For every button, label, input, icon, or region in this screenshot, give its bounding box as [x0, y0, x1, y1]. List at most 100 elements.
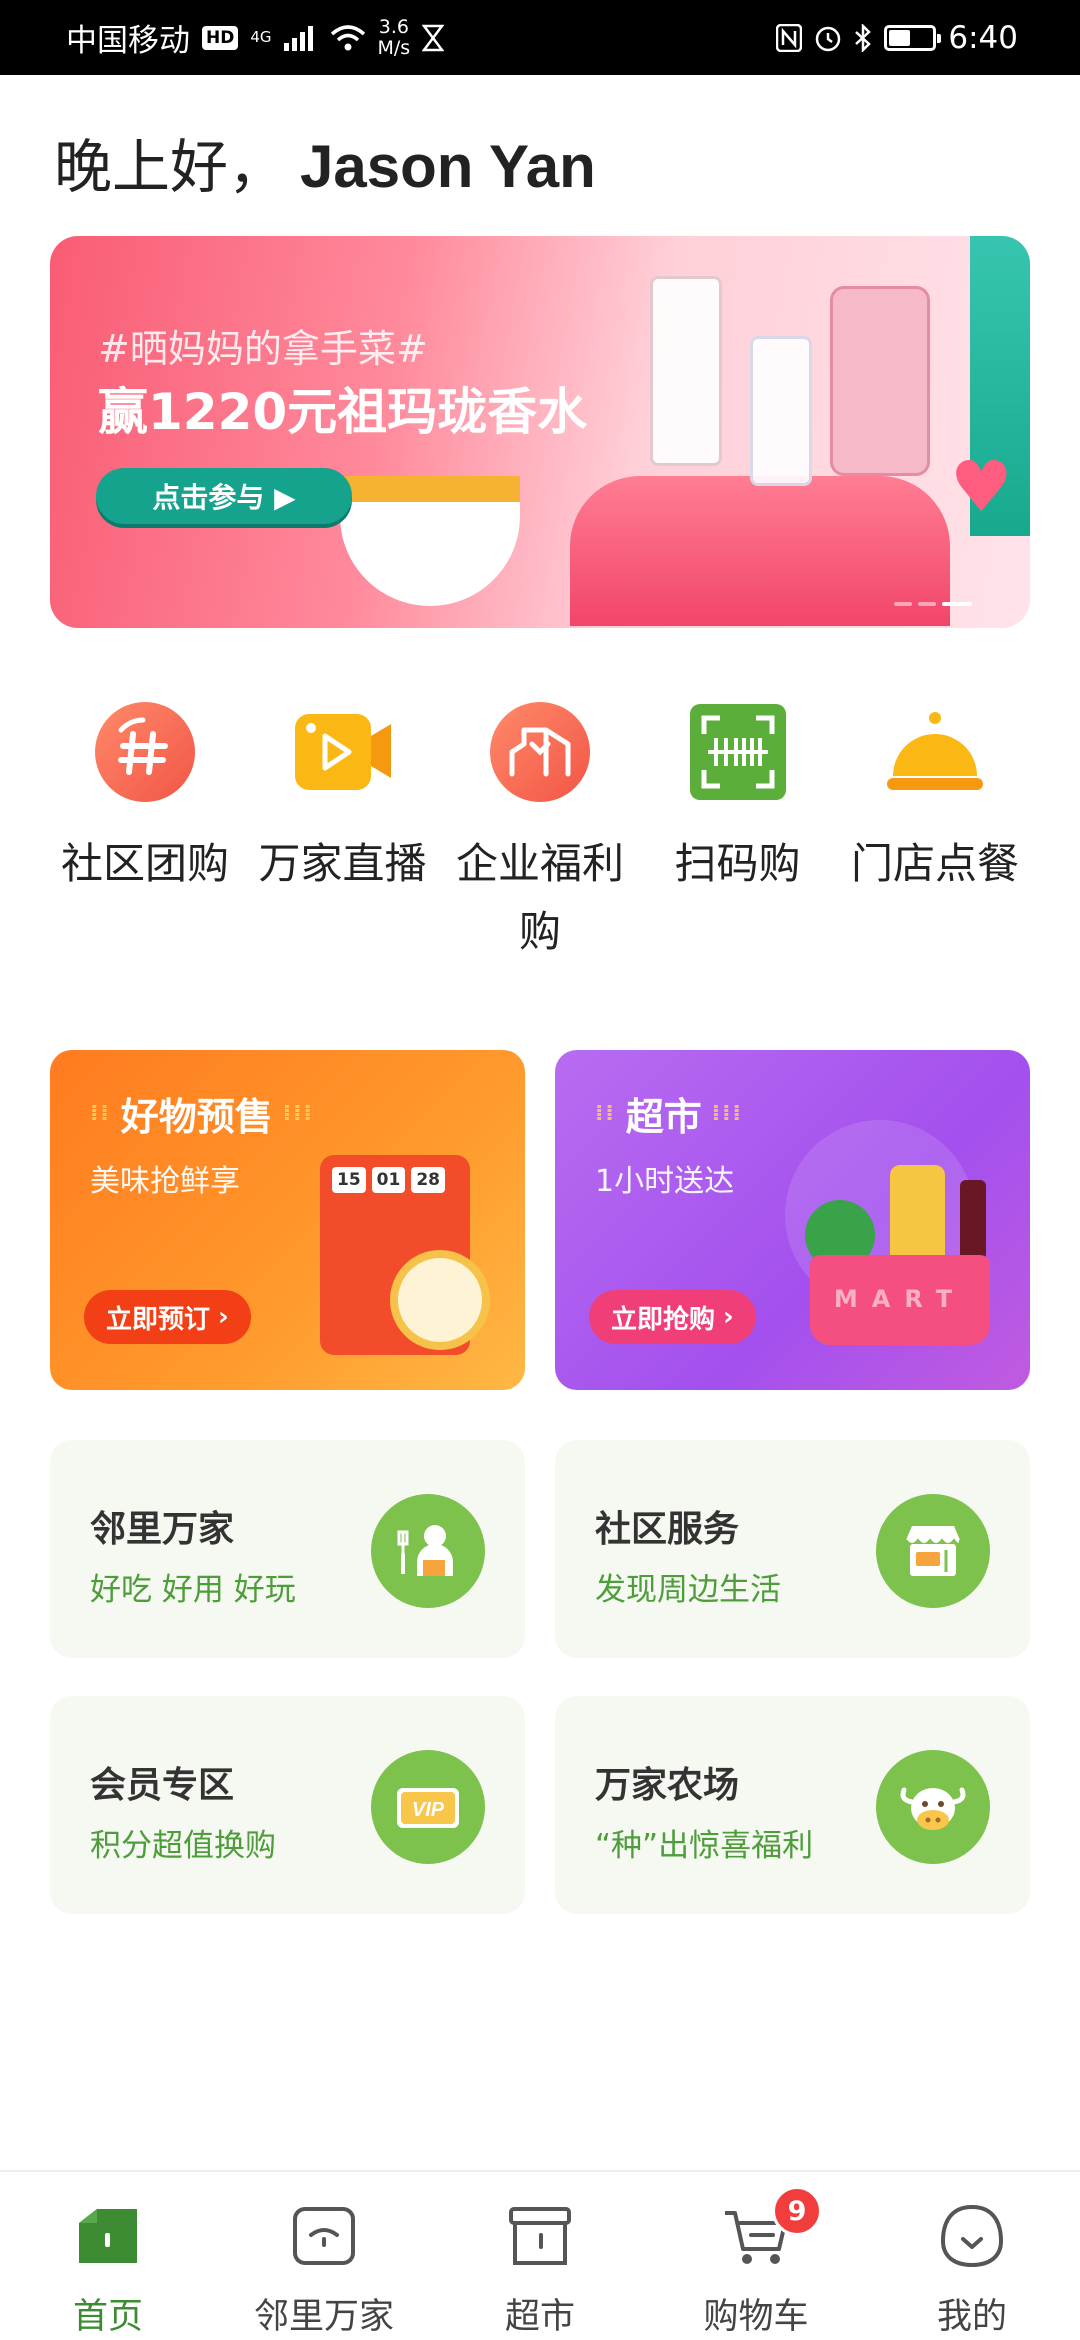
countdown-minutes: 01	[371, 1167, 406, 1193]
carrier-name: 中国移动	[66, 23, 190, 59]
quick-action-welfare[interactable]: 企业福利购	[445, 700, 635, 966]
hd-badge: HD	[202, 25, 239, 50]
profile-icon	[934, 2198, 1010, 2274]
chevron-right-icon: ›	[723, 1302, 734, 1332]
bottom-navigation: 首页 邻里万家 超市 9 购物车 我的	[0, 2170, 1080, 2340]
dots-decoration-icon: ⁞⁞⁞	[282, 1101, 314, 1126]
home-icon	[70, 2198, 146, 2274]
countdown-hours: 15	[332, 1167, 366, 1193]
quick-action-scan[interactable]: 扫码购	[643, 700, 833, 966]
network-type: 4G	[250, 28, 272, 46]
network-speed: 3.6 M/s	[377, 15, 411, 59]
dots-decoration-icon: ⁞⁞⁞	[711, 1101, 743, 1126]
nav-label: 我的	[936, 2297, 1007, 2337]
banner-pagination	[894, 602, 972, 606]
quick-action-label: 企业福利购	[455, 839, 624, 956]
food-cloche-icon	[883, 700, 987, 804]
nav-label: 邻里万家	[253, 2297, 394, 2337]
heart-icon: ♥	[950, 446, 1013, 528]
quick-action-label: 万家直播	[258, 839, 427, 888]
quick-actions: 社区团购 万家直播 企业福利购 扫码购 门店点餐	[0, 700, 1080, 966]
presale-subtitle: 美味抢鲜享	[90, 1164, 240, 1199]
service-title: 邻里万家	[90, 1509, 235, 1550]
nav-supermarket[interactable]: 超市	[440, 2198, 640, 2339]
supermarket-subtitle: 1小时送达	[595, 1164, 735, 1199]
banner-headline: 赢1220元祖玛珑香水	[98, 383, 588, 441]
banner-hashtag: #晒妈妈的拿手菜#	[98, 327, 428, 371]
banner-cta-button[interactable]: 点击参与 ▶	[96, 468, 352, 524]
countdown-seconds: 28	[411, 1167, 446, 1193]
supermarket-card[interactable]: ⁞⁞ 超市 ⁞⁞⁞ 1小时送达 MART 立即抢购 ›	[555, 1050, 1030, 1390]
wifi-icon	[330, 24, 365, 50]
supermarket-title: ⁞⁞ 超市 ⁞⁞⁞	[595, 1095, 743, 1139]
nav-label: 首页	[72, 2297, 143, 2337]
pagination-dot	[894, 602, 912, 606]
hourglass-icon	[422, 24, 445, 51]
service-title: 社区服务	[595, 1509, 740, 1550]
service-subtitle: 发现周边生活	[595, 1572, 781, 1608]
shopping-basket-icon: MART	[810, 1255, 990, 1345]
battery-icon	[884, 24, 942, 51]
nfc-icon	[776, 23, 803, 52]
oil-bottle-icon	[890, 1165, 945, 1265]
service-subtitle: “种”出惊喜福利	[595, 1828, 814, 1864]
promo-banner[interactable]: ♥ #晒妈妈的拿手菜# 赢1220元祖玛珑香水 点击参与 ▶	[50, 236, 1030, 628]
perfume-bottle-illustration	[650, 276, 722, 466]
signal-icon	[283, 25, 313, 51]
vip-card-icon: VIP	[371, 1750, 485, 1864]
cow-face-icon	[876, 1750, 990, 1864]
service-card-member[interactable]: 会员专区 积分超值换购 VIP	[50, 1696, 525, 1914]
presale-order-button[interactable]: 立即预订 ›	[84, 1290, 251, 1344]
svg-text:VIP: VIP	[412, 1799, 445, 1821]
service-title: 万家农场	[595, 1765, 740, 1806]
scan-barcode-icon	[686, 700, 790, 804]
wine-bottle-icon	[960, 1180, 986, 1260]
nav-neighbors[interactable]: 邻里万家	[224, 2198, 424, 2339]
service-subtitle: 积分超值换购	[90, 1828, 276, 1864]
gift-box-illustration	[570, 476, 950, 626]
neighbor-person-icon	[371, 1494, 485, 1608]
dots-decoration-icon: ⁞⁞	[90, 1101, 111, 1126]
clock-time: 6:40	[948, 19, 1018, 56]
perfume-bottle-illustration	[750, 336, 812, 486]
hash-icon	[93, 700, 197, 804]
pagination-dot-active	[942, 602, 972, 606]
nav-home[interactable]: 首页	[8, 2198, 208, 2339]
alarm-icon	[816, 26, 841, 51]
bluetooth-icon	[855, 23, 872, 52]
storefront-icon	[876, 1494, 990, 1608]
dots-decoration-icon: ⁞⁞	[595, 1101, 616, 1126]
quick-action-order[interactable]: 门店点餐	[840, 700, 1030, 966]
lotion-bottle-illustration	[830, 286, 930, 476]
pagination-dot	[918, 602, 936, 606]
service-card-community[interactable]: 社区服务 发现周边生活	[555, 1440, 1030, 1658]
alarm-clock-icon	[390, 1250, 490, 1350]
greeting-salutation: 晚上好，	[54, 133, 287, 201]
nav-label: 购物车	[703, 2297, 809, 2337]
quick-action-label: 门店点餐	[850, 839, 1019, 888]
service-title: 会员专区	[90, 1765, 235, 1806]
store-icon	[502, 2198, 578, 2274]
nav-cart[interactable]: 9 购物车	[656, 2186, 856, 2339]
service-subtitle: 好吃 好用 好玩	[90, 1572, 296, 1608]
quick-action-label: 社区团购	[60, 839, 229, 888]
video-play-icon	[291, 700, 395, 804]
presale-title: ⁞⁞ 好物预售 ⁞⁞⁞	[90, 1095, 314, 1139]
building-icon	[488, 700, 592, 804]
quick-action-label: 扫码购	[674, 839, 801, 888]
nav-label: 超市	[504, 2297, 575, 2337]
noodle-bowl-illustration	[340, 476, 520, 606]
service-card-farm[interactable]: 万家农场 “种”出惊喜福利	[555, 1696, 1030, 1914]
presale-card[interactable]: ⁞⁞ 好物预售 ⁞⁞⁞ 美味抢鲜享 15 01 28 立即预订 ›	[50, 1050, 525, 1390]
greeting: 晚上好， Jason Yan	[54, 120, 596, 204]
status-bar: 中国移动 HD 4G 3.6 M/s 6:40	[0, 0, 1080, 75]
supermarket-buy-button[interactable]: 立即抢购 ›	[589, 1290, 756, 1344]
quick-action-live[interactable]: 万家直播	[248, 700, 438, 966]
quick-action-group-buy[interactable]: 社区团购	[50, 700, 240, 966]
service-card-neighbors[interactable]: 邻里万家 好吃 好用 好玩	[50, 1440, 525, 1658]
neighbor-icon	[286, 2198, 362, 2274]
cart-count-badge: 9	[772, 2186, 822, 2236]
user-name: Jason Yan	[300, 133, 596, 200]
chevron-right-icon: ›	[218, 1302, 229, 1332]
nav-profile[interactable]: 我的	[872, 2198, 1072, 2339]
